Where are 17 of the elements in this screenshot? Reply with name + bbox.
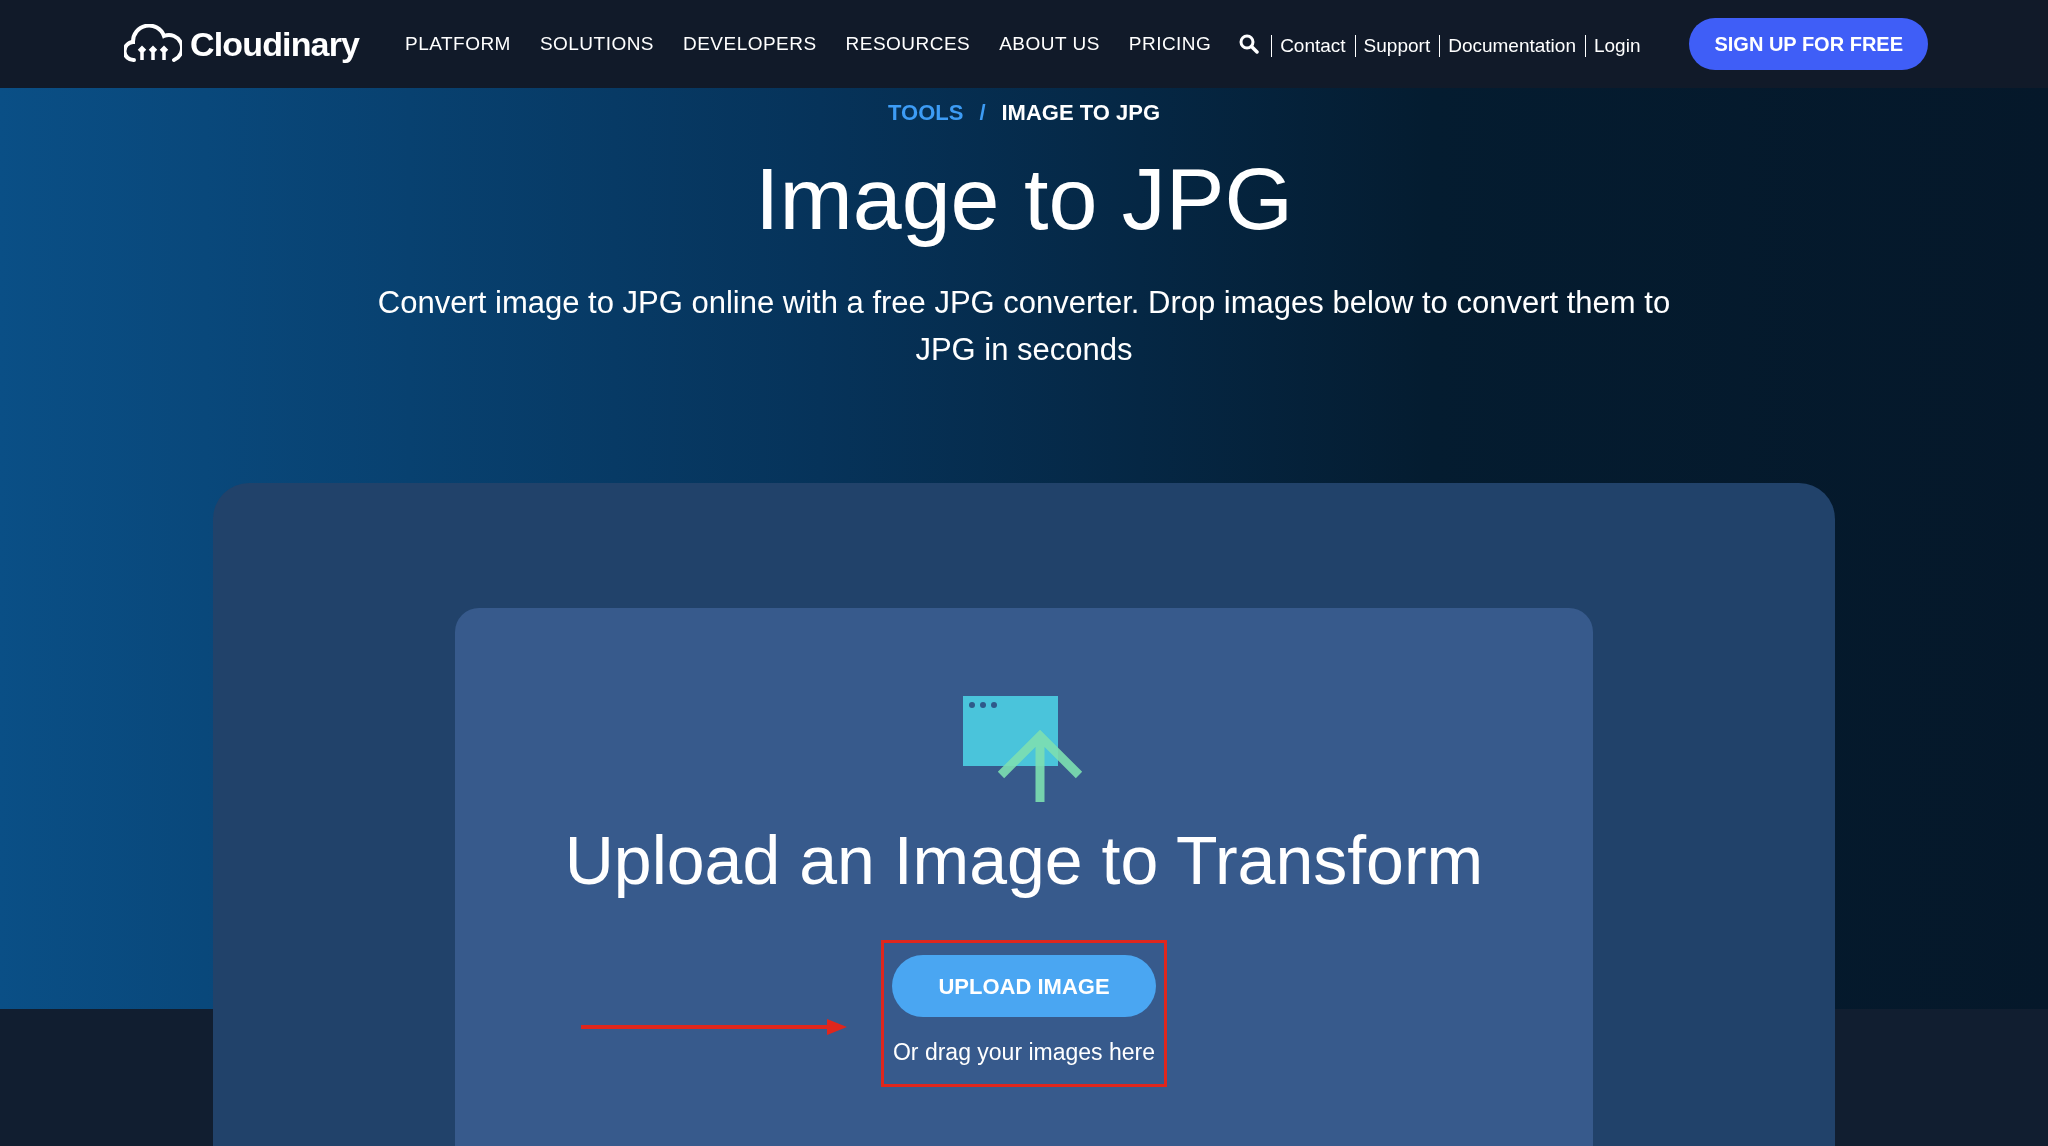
breadcrumb-link[interactable]: TOOLS [888, 96, 964, 129]
page-subtitle: Convert image to JPG online with a free JPG converter. Drop images below to convert them to JPG in seconds [376, 284, 1672, 369]
utility-link[interactable]: Support [1354, 35, 1440, 57]
sign-up-button[interactable]: SIGN UP FOR FREE [1689, 18, 1928, 70]
breadcrumb-current: IMAGE TO JPG [1001, 99, 1160, 127]
logo-wordmark[interactable]: Cloudinary [190, 18, 360, 70]
nav-link[interactable]: DEVELOPERS [683, 29, 817, 59]
utility-link[interactable]: Login [1584, 35, 1650, 57]
utility-link[interactable]: Documentation [1439, 35, 1585, 57]
nav-link[interactable]: ABOUT US [999, 29, 1100, 59]
nav-link[interactable]: SOLUTIONS [539, 29, 654, 59]
nav-link[interactable]: RESOURCES [845, 29, 971, 59]
nav-link[interactable]: PRICING [1128, 29, 1212, 59]
utility-link[interactable]: Contact [1271, 35, 1355, 57]
drag-hint: Or drag your images here [892, 1038, 1156, 1067]
nav-link[interactable]: PLATFORM [405, 29, 511, 59]
breadcrumb-separator: / [979, 99, 986, 127]
